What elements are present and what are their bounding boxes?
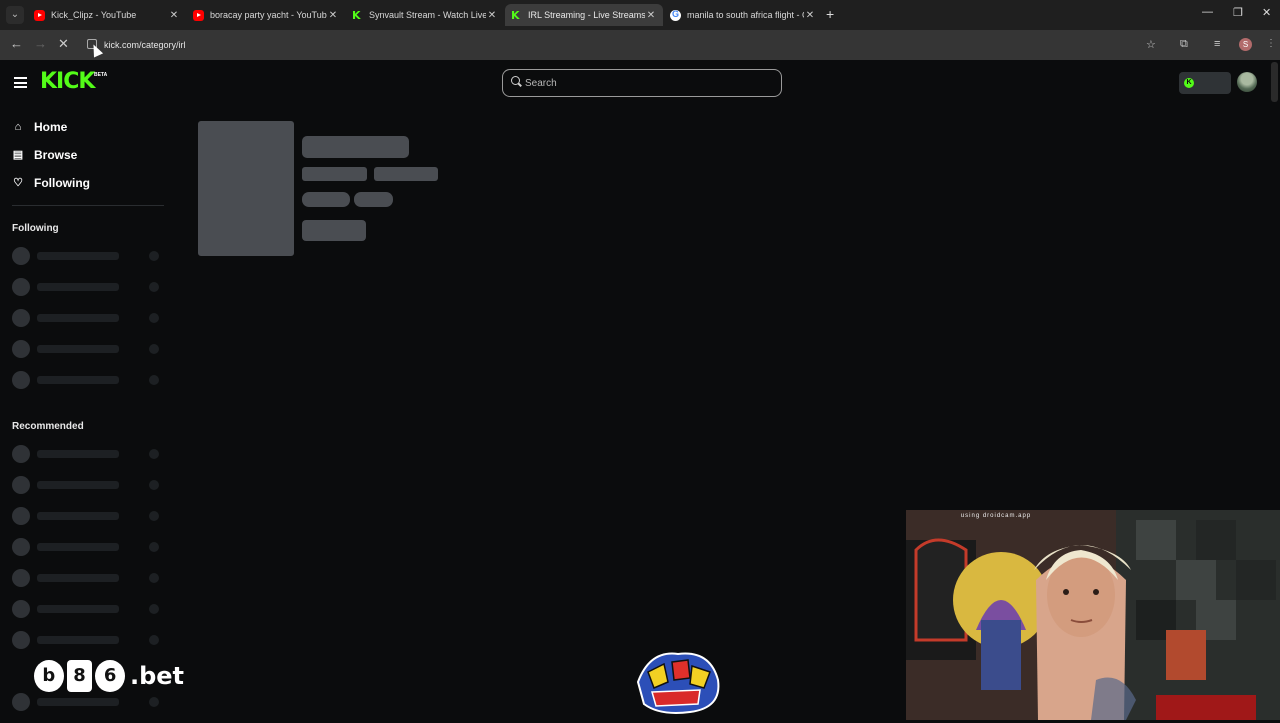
- recommended-skeleton-row: [12, 538, 162, 556]
- forward-icon[interactable]: →: [34, 37, 47, 51]
- page-scrollbar[interactable]: [1271, 62, 1278, 102]
- close-icon[interactable]: ✕: [327, 10, 339, 21]
- tab-synvault[interactable]: K Synvault Stream - Watch Live o ✕: [346, 4, 504, 26]
- sponsor-glyph: 8: [66, 660, 93, 692]
- category-tag-skeleton: [302, 192, 350, 207]
- kick-wallet-button[interactable]: K: [1179, 72, 1231, 94]
- youtube-icon: [34, 9, 45, 21]
- browser-menu-icon[interactable]: ⋮: [1266, 38, 1276, 49]
- graffiti-logo-image: [630, 642, 726, 718]
- category-stat-skeleton: [374, 167, 438, 181]
- sidebar-item-label: Home: [34, 120, 68, 134]
- close-icon[interactable]: ✕: [168, 10, 180, 21]
- category-tag-skeleton: [354, 192, 393, 207]
- tab-title: manila to south africa flight - G: [687, 10, 804, 20]
- tab-kick-clipz[interactable]: Kick_Clipz - YouTube ✕: [28, 4, 186, 26]
- follow-button-skeleton: [302, 220, 366, 241]
- tab-title: boracay party yacht - YouTube: [210, 10, 327, 20]
- sidebar-item-home[interactable]: ⌂ Home: [12, 117, 68, 137]
- heart-icon: ♡: [13, 177, 23, 189]
- category-title-skeleton: [302, 136, 409, 158]
- following-skeleton-row: [12, 247, 162, 265]
- category-stat-skeleton: [302, 167, 367, 181]
- following-skeleton-row: [12, 371, 162, 389]
- sidebar-item-browse[interactable]: ▤ Browse: [12, 145, 78, 165]
- window-close-button[interactable]: ✕: [1262, 6, 1271, 19]
- tab-title: Synvault Stream - Watch Live o: [369, 10, 486, 20]
- following-skeleton-row: [12, 340, 162, 358]
- search-icon: [511, 76, 520, 85]
- close-icon[interactable]: ✕: [804, 10, 816, 21]
- recommended-skeleton-row: [12, 476, 162, 494]
- youtube-icon: [193, 9, 204, 21]
- kick-coin-icon: K: [1184, 78, 1194, 88]
- new-tab-button[interactable]: +: [826, 6, 834, 22]
- close-icon[interactable]: ✕: [645, 10, 657, 21]
- google-icon: [670, 9, 681, 21]
- tab-manila-flight[interactable]: manila to south africa flight - G ✕: [664, 4, 822, 26]
- category-thumbnail-skeleton: [198, 121, 294, 256]
- user-avatar[interactable]: [1237, 72, 1257, 92]
- recommended-section-title: Recommended: [12, 421, 84, 432]
- back-icon[interactable]: ←: [10, 37, 23, 51]
- restore-button[interactable]: ❐: [1233, 6, 1243, 19]
- tab-search-button[interactable]: ⌄: [6, 6, 24, 24]
- search-box[interactable]: [502, 69, 782, 97]
- browser-profile-avatar[interactable]: S: [1239, 38, 1252, 51]
- following-skeleton-row: [12, 309, 162, 327]
- browse-icon: ▤: [12, 149, 24, 161]
- sidebar-divider: [12, 205, 164, 206]
- minimize-button[interactable]: —: [1202, 6, 1213, 18]
- menu-icon[interactable]: [14, 77, 27, 88]
- sponsor-glyph: b: [34, 660, 64, 692]
- webcam-watermark: using droidcam.app: [960, 513, 1032, 519]
- beta-badge: BETA: [94, 72, 108, 78]
- kick-logo[interactable]: KICK: [40, 71, 95, 93]
- search-input[interactable]: [525, 76, 765, 90]
- bookmark-star-icon[interactable]: ☆: [1146, 38, 1156, 51]
- sponsor-logo: b 8 6 .bet: [34, 656, 184, 696]
- tab-boracay[interactable]: boracay party yacht - YouTube ✕: [187, 4, 345, 26]
- recommended-skeleton-row: [12, 445, 162, 463]
- following-section-title: Following: [12, 223, 59, 234]
- sidebar-item-label: Browse: [34, 148, 78, 162]
- sidebar-item-following[interactable]: ♡ Following: [12, 173, 90, 193]
- recommended-skeleton-row: [12, 600, 162, 618]
- sidebar-item-label: Following: [34, 176, 90, 190]
- sponsor-glyph: 6: [95, 660, 125, 692]
- recommended-skeleton-row: [12, 507, 162, 525]
- following-skeleton-row: [12, 278, 162, 296]
- kick-icon: K: [352, 8, 361, 22]
- tab-title: Kick_Clipz - YouTube: [51, 10, 137, 20]
- tab-irl-streaming[interactable]: K IRL Streaming - Live Streams o ✕: [505, 4, 663, 26]
- tab-title: IRL Streaming - Live Streams o: [528, 10, 645, 20]
- address-bar[interactable]: kick.com/category/irl: [84, 35, 1174, 55]
- home-icon: ⌂: [14, 121, 22, 133]
- recommended-skeleton-row: [12, 631, 162, 649]
- kick-icon: K: [511, 8, 520, 22]
- browser-tabstrip: ⌄ Kick_Clipz - YouTube ✕ boracay party y…: [0, 0, 1280, 30]
- extensions-icon[interactable]: ⧉: [1180, 38, 1188, 51]
- media-controls-icon[interactable]: ≡: [1214, 38, 1220, 50]
- stop-loading-icon[interactable]: ✕: [58, 37, 69, 51]
- sponsor-suffix: .bet: [129, 662, 184, 690]
- webcam-overlay: using droidcam.app: [906, 510, 1280, 720]
- recommended-skeleton-row: [12, 569, 162, 587]
- close-icon[interactable]: ✕: [486, 10, 498, 21]
